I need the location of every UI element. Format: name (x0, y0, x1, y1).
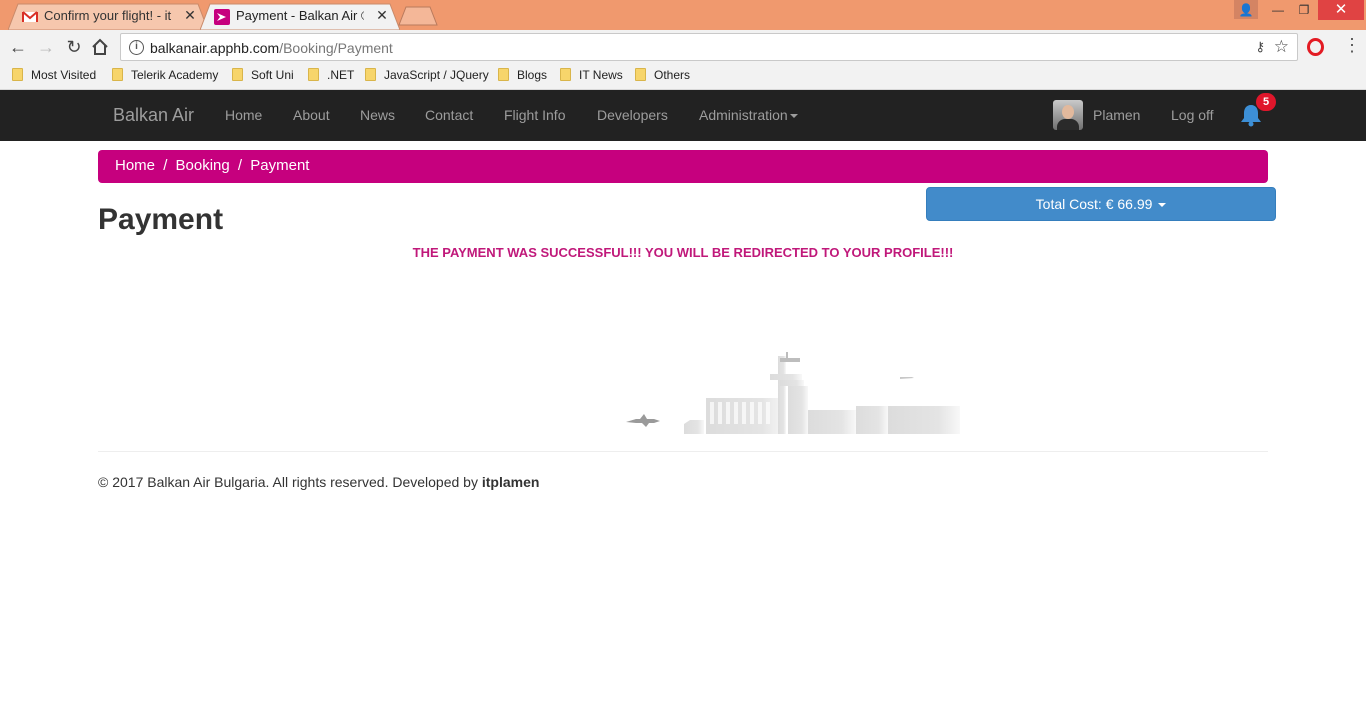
folder-icon (12, 68, 23, 81)
nav-developers[interactable]: Developers (597, 107, 668, 123)
maximize-icon[interactable]: ❐ (1290, 0, 1318, 20)
folder-icon (498, 68, 509, 81)
tab-label: Confirm your flight! - itplamen (44, 8, 172, 23)
total-cost-button[interactable]: Total Cost: € 66.99 (926, 187, 1276, 221)
minimize-icon[interactable]: — (1264, 0, 1292, 20)
tab-payment[interactable]: Payment - Balkan Air ® ✕ (200, 3, 400, 30)
folder-icon (365, 68, 376, 81)
home-icon[interactable] (90, 37, 110, 57)
footer-author: itplamen (481, 474, 540, 490)
nav-about[interactable]: About (293, 107, 330, 123)
bookmark-label: IT News (579, 68, 623, 82)
bookmark-label: Others (654, 68, 691, 82)
user-profile-icon[interactable]: 👤 (1234, 0, 1258, 19)
nav-administration[interactable]: Administration (699, 107, 798, 123)
tab-gmail[interactable]: Confirm your flight! - itplamen ✕ (8, 3, 208, 30)
bookmark-dotnet[interactable]: .NET (308, 68, 354, 86)
payment-success-message: THE PAYMENT WAS SUCCESSFUL!!! YOU WILL B… (412, 245, 954, 260)
key-icon[interactable]: ⚷ (1255, 39, 1265, 55)
folder-icon (232, 68, 243, 81)
bookmark-telerik-academy[interactable]: Telerik Academy (112, 68, 218, 86)
close-icon[interactable]: ✕ (374, 7, 390, 24)
bookmark-javascript-jquery[interactable]: JavaScript / JQuery (365, 68, 489, 86)
nav-administration-label: Administration (699, 107, 788, 123)
site-navbar: Balkan Air Home About News Contact Fligh… (0, 90, 1366, 141)
footer: © 2017 Balkan Air Bulgaria. All rights r… (98, 474, 539, 490)
breadcrumb-separator: / (163, 157, 168, 174)
bookmark-blogs[interactable]: Blogs (498, 68, 547, 86)
total-cost-label: Total Cost: € 66.99 (1035, 196, 1153, 212)
forward-arrow-icon[interactable]: → (34, 35, 58, 59)
bookmark-label: Telerik Academy (131, 68, 219, 82)
tab-label: Payment - Balkan Air ® (236, 8, 364, 23)
brand-link[interactable]: Balkan Air (113, 105, 194, 126)
browser-title-bar: Confirm your flight! - itplamen ✕ Paymen… (0, 0, 1366, 30)
breadcrumb: Home / Booking / Payment (98, 150, 1268, 183)
nav-news[interactable]: News (360, 107, 395, 123)
window-close-icon[interactable]: ✕ (1318, 0, 1364, 20)
nav-contact[interactable]: Contact (425, 107, 473, 123)
folder-icon (308, 68, 319, 81)
bookmark-label: Most Visited (31, 68, 97, 82)
address-bar[interactable]: i balkanair.apphb.com/Booking/Payment ⚷ … (120, 33, 1298, 61)
folder-icon (560, 68, 571, 81)
gmail-icon (22, 11, 38, 22)
bookmark-star-icon[interactable]: ☆ (1274, 37, 1289, 57)
bookmarks-bar: Most Visited Telerik Academy Soft Uni .N… (0, 64, 1366, 90)
bookmark-label: Soft Uni (251, 68, 294, 82)
folder-icon (112, 68, 123, 81)
notification-badge[interactable]: 5 (1256, 93, 1276, 111)
bookmark-it-news[interactable]: IT News (560, 68, 623, 86)
caret-down-icon (1158, 203, 1167, 208)
bookmark-label: JavaScript / JQuery (384, 68, 489, 82)
bookmark-label: .NET (327, 68, 355, 82)
close-icon[interactable]: ✕ (182, 7, 198, 24)
caret-down-icon (789, 114, 798, 119)
breadcrumb-separator: / (237, 157, 243, 174)
balkan-air-favicon (214, 9, 230, 25)
url-path: /Booking/Payment (279, 40, 393, 56)
opera-icon[interactable] (1307, 38, 1324, 56)
bookmark-others[interactable]: Others (635, 68, 690, 86)
footer-divider (98, 451, 1268, 452)
url-text[interactable]: balkanair.apphb.com/Booking/Payment (150, 40, 393, 56)
reload-icon[interactable]: ↻ (62, 35, 86, 59)
info-icon[interactable]: i (129, 40, 144, 55)
breadcrumb-current: Payment (250, 157, 310, 174)
page-title: Payment (98, 203, 224, 236)
bookmark-soft-uni[interactable]: Soft Uni (232, 68, 294, 86)
breadcrumb-booking[interactable]: Booking (176, 157, 230, 174)
avatar[interactable] (1053, 100, 1083, 130)
new-tab-button[interactable] (398, 6, 438, 26)
bookmark-label: Blogs (517, 68, 548, 82)
menu-dots-icon[interactable]: ⋮ (1343, 36, 1361, 54)
url-host: balkanair.apphb.com (150, 40, 280, 56)
breadcrumb-home[interactable]: Home (115, 157, 155, 174)
folder-icon (635, 68, 646, 81)
bookmark-most-visited[interactable]: Most Visited (12, 68, 96, 86)
nav-flight-info[interactable]: Flight Info (504, 107, 565, 123)
back-arrow-icon[interactable]: ← (6, 35, 30, 59)
footer-text: © 2017 Balkan Air Bulgaria. All rights r… (98, 474, 478, 490)
nav-home[interactable]: Home (225, 107, 262, 123)
nav-logoff[interactable]: Log off (1171, 107, 1214, 123)
nav-user-name[interactable]: Plamen (1093, 107, 1140, 123)
airport-illustration (626, 352, 960, 434)
browser-toolbar: ← → ↻ i balkanair.apphb.com/Booking/Paym… (0, 30, 1366, 64)
